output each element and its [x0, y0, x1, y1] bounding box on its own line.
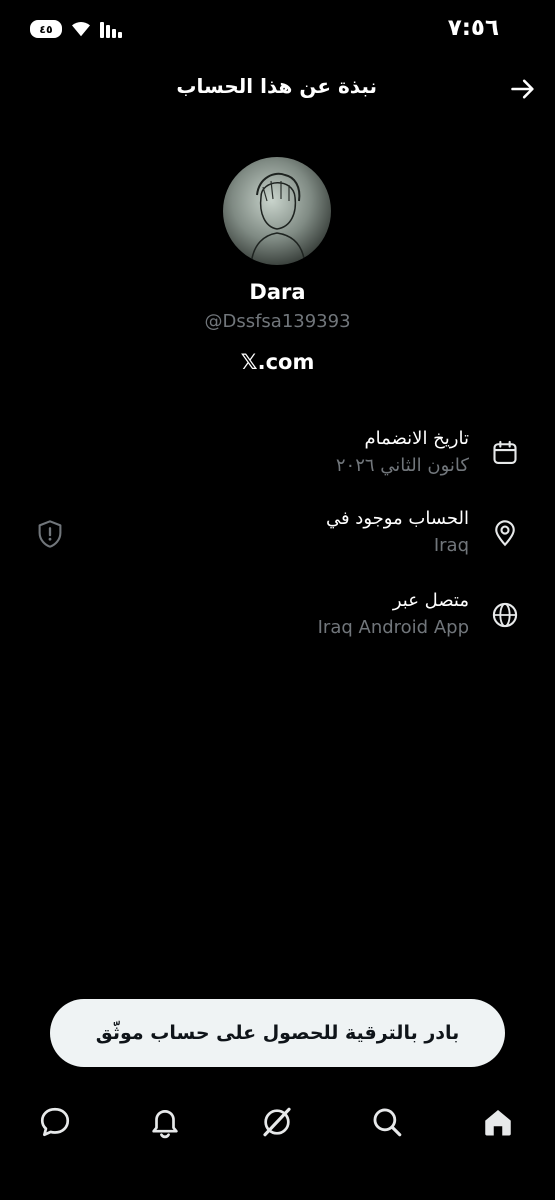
location-label: الحساب موجود في: [325, 508, 469, 529]
wifi-icon: [72, 22, 90, 37]
x-com-link[interactable]: 𝕏.com: [0, 350, 555, 374]
notifications-icon[interactable]: [148, 1105, 182, 1139]
status-icons: ٤٥: [30, 20, 126, 38]
avatar-sketch: [250, 172, 306, 265]
join-date-label: تاريخ الانضمام: [364, 428, 469, 449]
battery-icon: ٤٥: [30, 20, 62, 38]
search-icon[interactable]: [370, 1105, 404, 1139]
arrow-right-icon[interactable]: [509, 75, 537, 103]
messages-icon[interactable]: [38, 1105, 72, 1139]
status-bar: ٤٥ ٧:٥٦: [0, 0, 555, 60]
location-value: Iraq: [433, 535, 469, 556]
calendar-icon: [493, 440, 517, 464]
home-icon[interactable]: [481, 1105, 515, 1139]
globe-icon: [492, 602, 518, 628]
join-date-value: كانون الثاني ٢٠٢٦: [335, 455, 469, 476]
header: نبذة عن هذا الحساب: [0, 65, 555, 115]
page-title: نبذة عن هذا الحساب: [176, 74, 377, 98]
shield-info-icon[interactable]: [36, 519, 64, 549]
grok-icon[interactable]: [260, 1105, 294, 1139]
connected-via-value: Iraq Android App: [317, 617, 469, 638]
location-pin-icon: [495, 520, 515, 547]
info-row-join-date: تاريخ الانضمام كانون الثاني ٢٠٢٦: [0, 428, 555, 498]
avatar[interactable]: [223, 157, 331, 265]
battery-level: ٤٥: [39, 22, 53, 36]
upgrade-verified-button[interactable]: بادر بالترقية للحصول على حساب موثّق: [50, 999, 505, 1067]
profile-name: Dara: [249, 280, 306, 304]
connected-via-label: متصل عبر: [392, 590, 469, 611]
signal-icon: [100, 22, 122, 38]
info-row-location: الحساب موجود في Iraq: [0, 508, 555, 578]
upgrade-label: بادر بالترقية للحصول على حساب موثّق: [95, 1022, 460, 1044]
status-time: ٧:٥٦: [447, 15, 499, 41]
profile-handle: @Dssfsa139393: [204, 311, 351, 332]
bottom-nav: [0, 1095, 555, 1155]
info-row-connected-via: متصل عبر Iraq Android App: [0, 590, 555, 660]
